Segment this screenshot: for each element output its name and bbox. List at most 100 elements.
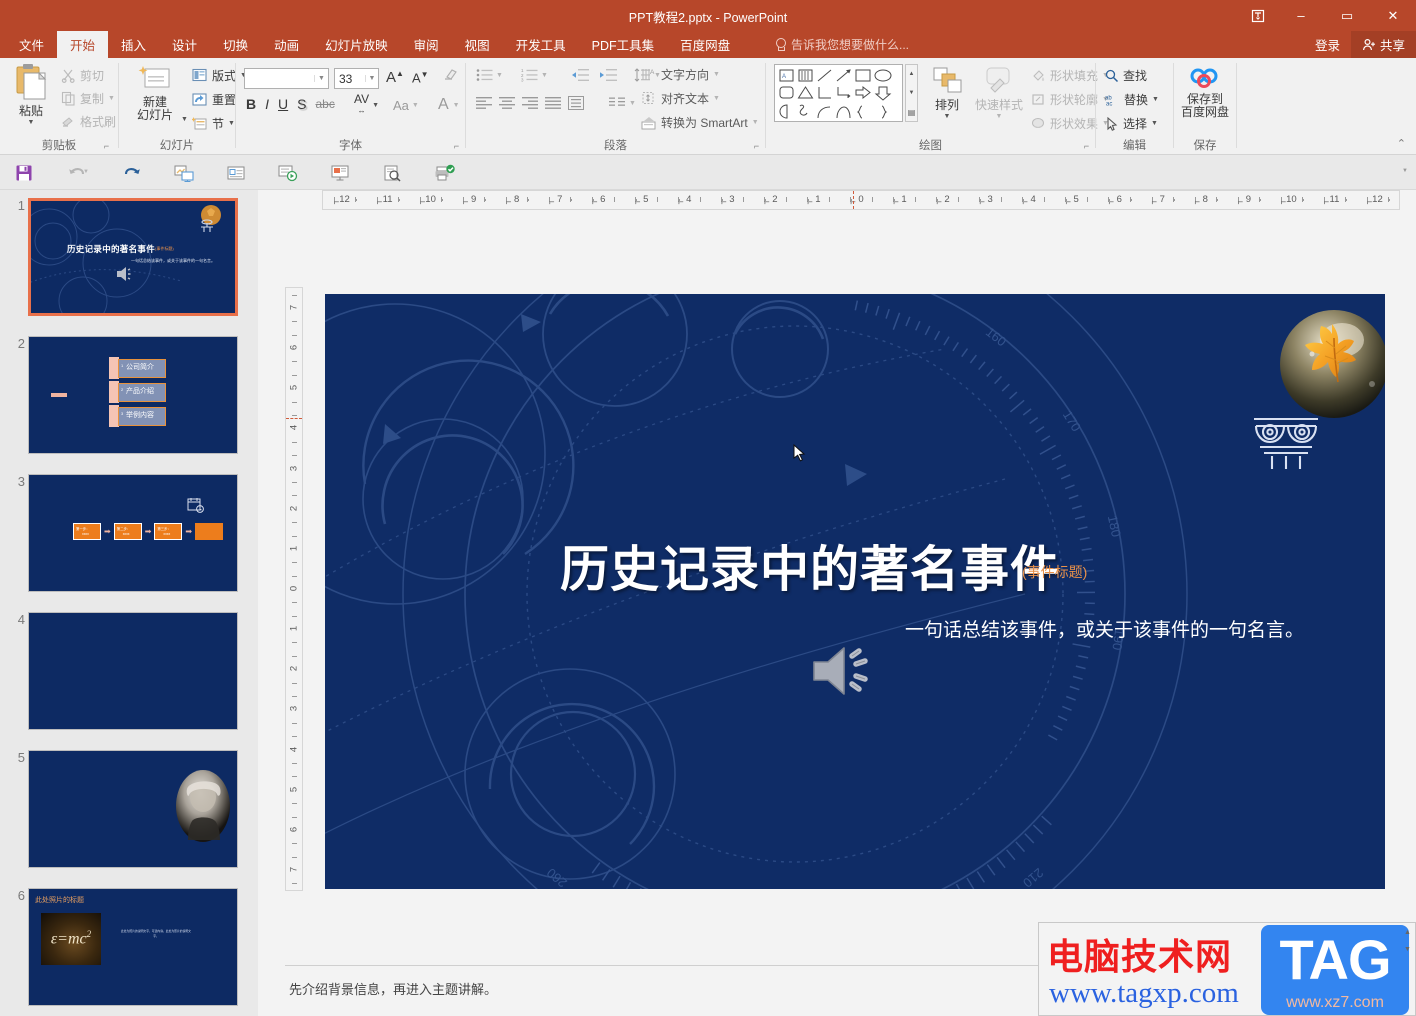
presenter-view-icon[interactable]: [326, 159, 354, 186]
columns-caret-icon[interactable]: ▼: [629, 100, 636, 107]
copy-button[interactable]: 复制 ▼: [58, 89, 118, 108]
slide-thumbnail-panel[interactable]: 1 历史记录中的著名事件 (事件标题) 一句话总结该事件，或关于该事件的一句名言…: [0, 190, 258, 1016]
save-to-baidu-button[interactable]: 保存到 百度网盘: [1178, 65, 1232, 119]
align-center-icon[interactable]: [499, 96, 516, 110]
redo-icon[interactable]: [118, 159, 146, 186]
font-dialog-launcher-icon[interactable]: ⌐: [451, 141, 462, 152]
slide-subtitle[interactable]: 一句话总结该事件，或关于该事件的一句名言。: [905, 615, 1304, 642]
replace-button[interactable]: ab ac 替换 ▼: [1102, 90, 1162, 109]
text-shadow-button[interactable]: S: [297, 96, 306, 112]
font-size-input[interactable]: 33 ▼: [334, 68, 379, 89]
font-name-caret-icon[interactable]: ▼: [314, 75, 328, 82]
tab-design[interactable]: 设计: [159, 31, 210, 58]
share-button[interactable]: 共享: [1350, 31, 1416, 58]
horizontal-ruler[interactable]: 12 ⌐ 11 ⌐ 10 ⌐ 9 ⌐ 8 ⌐ 7 ⌐ 6 ⌐ 5 ⌐ 4 ⌐ 3 ⌐ 2 ⌐ 1 ⌐ 0 ⌐ 1 ⌐ 2 ⌐ 3 ⌐ 4 ⌐ 5 ⌐ 6…: [322, 190, 1400, 210]
drawing-dialog-launcher-icon[interactable]: ⌐: [1081, 141, 1092, 152]
close-button[interactable]: ✕: [1370, 0, 1416, 31]
clear-formatting-button[interactable]: [442, 67, 459, 89]
decrease-font-size-button[interactable]: A▼: [412, 70, 429, 85]
align-left-icon[interactable]: [476, 96, 493, 110]
shapes-gallery[interactable]: A: [774, 64, 903, 122]
shapes-scroll-up-icon[interactable]: ▲: [906, 65, 917, 83]
convert-smartart-button[interactable]: 转换为 SmartArt ▼: [638, 113, 762, 132]
tab-transitions[interactable]: 切换: [210, 31, 261, 58]
numbering-button[interactable]: 123 ▼: [521, 68, 548, 82]
tab-review[interactable]: 审阅: [401, 31, 452, 58]
slide-title[interactable]: 历史记录中的著名事件: [560, 530, 1060, 601]
font-size-caret-icon[interactable]: ▼: [365, 75, 378, 82]
arrange-button[interactable]: 排列 ▼: [924, 66, 970, 120]
print-preview-icon[interactable]: [378, 159, 406, 186]
start-from-beginning-icon[interactable]: [170, 159, 198, 186]
format-painter-button[interactable]: 格式刷: [58, 112, 119, 131]
select-caret-icon[interactable]: ▼: [1151, 120, 1158, 127]
align-text-caret-icon[interactable]: ▼: [713, 95, 720, 102]
tab-home[interactable]: 开始: [57, 31, 109, 58]
arrange-caret-icon[interactable]: ▼: [944, 113, 951, 120]
tab-view[interactable]: 视图: [452, 31, 503, 58]
thumbnail-canvas[interactable]: 历史记录中的著名事件 (事件标题) 一句话总结该事件，或关于该事件的一句名言。: [28, 198, 238, 316]
ruler-indent-marker[interactable]: [853, 191, 854, 209]
bullets-caret-icon[interactable]: ▼: [496, 72, 503, 79]
shapes-more-icon[interactable]: ▤: [906, 103, 917, 121]
undo-caret-icon[interactable]: ▼: [83, 169, 89, 175]
minimize-button[interactable]: –: [1278, 0, 1324, 31]
tab-insert[interactable]: 插入: [108, 31, 159, 58]
section-caret-icon[interactable]: ▼: [228, 120, 235, 127]
character-spacing-button[interactable]: AV ↔ ▼: [354, 93, 379, 116]
thumbnail-slide-4[interactable]: 4: [0, 612, 258, 740]
tab-file[interactable]: 文件: [6, 31, 57, 58]
text-direction-caret-icon[interactable]: ▼: [713, 71, 720, 78]
change-case-button[interactable]: Aa ▼: [393, 98, 419, 113]
slide-editing-surface[interactable]: 150160170180190210220230240250260 历史记录中的…: [325, 294, 1385, 889]
copy-caret-icon[interactable]: ▼: [108, 95, 115, 102]
align-right-icon[interactable]: [522, 96, 539, 110]
bold-button[interactable]: B: [246, 96, 256, 112]
strikethrough-button[interactable]: abc: [315, 97, 334, 111]
increase-indent-button[interactable]: [599, 68, 618, 87]
paragraph-dialog-launcher-icon[interactable]: ⌐: [751, 141, 762, 152]
slide-title-subscript[interactable]: (事件标题): [1022, 562, 1087, 582]
thumbnail-canvas[interactable]: 此处照片的标题 ε=mc2 此处为照片的说明文字，可选内容。此处为照片的说明文字…: [28, 888, 238, 1006]
character-spacing-caret-icon[interactable]: ▼: [372, 102, 379, 109]
increase-font-size-button[interactable]: A▲: [386, 69, 404, 86]
clipboard-dialog-launcher-icon[interactable]: ⌐: [101, 141, 112, 152]
tab-pdf-tools[interactable]: PDF工具集: [579, 31, 668, 58]
thumbnail-slide-5[interactable]: 5: [0, 750, 258, 878]
thumbnail-slide-6[interactable]: 6 此处照片的标题 ε=mc2 此处为照片的说明文字，可选内容。此处为照片的说明…: [0, 888, 258, 1016]
paste-button[interactable]: 粘贴 ▼: [5, 63, 57, 126]
ribbon-display-options-icon[interactable]: [1238, 0, 1278, 31]
thumbnail-slide-1[interactable]: 1 历史记录中的著名事件 (事件标题) 一句话总结该事件，或关于该事件的一句名言…: [0, 198, 258, 326]
print-check-icon[interactable]: [430, 159, 458, 186]
save-icon[interactable]: [10, 159, 38, 186]
autumn-leaf-photo[interactable]: [1280, 310, 1385, 418]
thumbnail-canvas[interactable]: [28, 612, 238, 730]
font-color-caret-icon[interactable]: ▼: [453, 102, 460, 109]
convert-smartart-caret-icon[interactable]: ▼: [752, 119, 759, 126]
thumbnail-canvas[interactable]: 1 公司简介 2 产品介绍 3 举例内容: [28, 336, 238, 454]
tell-me-search[interactable]: 告诉我您想要做什么...: [775, 31, 909, 58]
new-slide-caret-icon[interactable]: ▼: [181, 116, 188, 123]
thumbnail-slide-3[interactable]: 3 第一步： xxxx ➡ 第二步： xxxx ➡ 第三步： xxxx ➡: [0, 474, 258, 602]
canvas-scroll-down-icon[interactable]: ▼: [1401, 942, 1414, 957]
tab-animations[interactable]: 动画: [261, 31, 312, 58]
canvas-scroll-up-icon[interactable]: ▲: [1401, 925, 1414, 940]
slideshow-icon[interactable]: [274, 159, 302, 186]
tab-developer[interactable]: 开发工具: [503, 31, 579, 58]
ruler-indent-marker[interactable]: [286, 418, 302, 419]
find-button[interactable]: 查找: [1102, 66, 1150, 85]
select-button[interactable]: 选择 ▼: [1102, 114, 1161, 133]
qat-more-caret-icon[interactable]: ▼: [1402, 168, 1408, 174]
tab-slideshow[interactable]: 幻灯片放映: [312, 31, 401, 58]
new-slide-button[interactable]: 新建 幻灯片: [127, 64, 183, 122]
font-name-input[interactable]: ▼: [244, 68, 329, 89]
shapes-scroll-down-icon[interactable]: ▼: [906, 83, 917, 103]
thumbnail-canvas[interactable]: [28, 750, 238, 868]
decrease-indent-button[interactable]: [571, 68, 590, 87]
justify-icon[interactable]: [545, 96, 562, 110]
align-text-button[interactable]: 对齐文本 ▼: [638, 89, 723, 108]
thumbnail-slide-2[interactable]: 2 1 公司简介 2 产品介绍 3 举例内容: [0, 336, 258, 464]
columns-button[interactable]: ▼: [609, 96, 636, 110]
distribute-columns-icon[interactable]: [568, 96, 585, 110]
bullets-button[interactable]: ▼: [476, 68, 503, 82]
